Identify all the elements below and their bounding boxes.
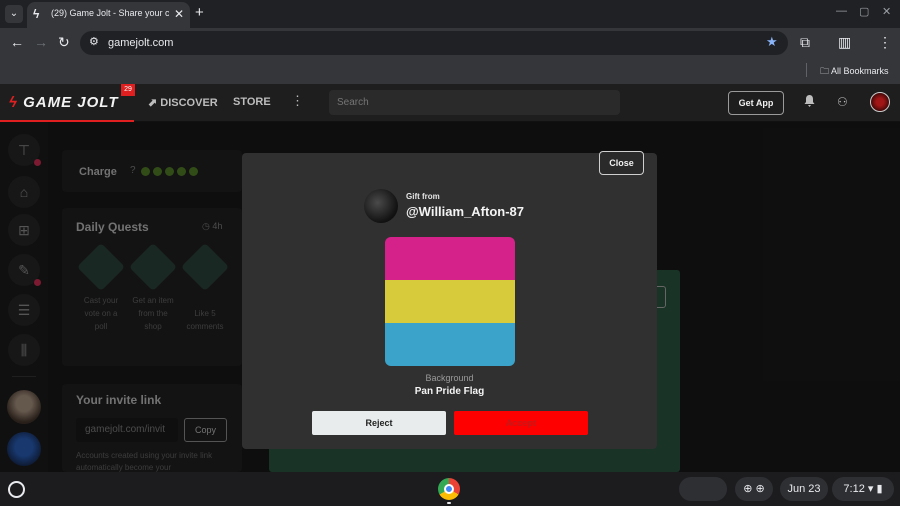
side-panel-icon[interactable]: ▥ [838, 34, 851, 51]
compass-icon: ⬈ [148, 97, 161, 109]
sender-avatar [364, 189, 398, 223]
new-tab-plus-icon[interactable]: + [195, 4, 204, 21]
bell-icon[interactable] [804, 95, 815, 107]
add-circle-icon: ⊕ [755, 483, 765, 495]
wifi-icon: ▾ [867, 483, 874, 495]
gift-modal: Close Gift from @William_Afton-87 Backgr… [242, 151, 657, 449]
reload-icon[interactable]: ↻ [58, 34, 70, 51]
chevron-down-icon: ⌄ [9, 8, 19, 19]
chrome-app-icon[interactable] [438, 478, 460, 500]
user-avatar[interactable] [870, 92, 890, 112]
more-menu-icon[interactable]: ⋮ [291, 93, 304, 109]
launcher-icon[interactable] [8, 481, 25, 498]
tab-title: (29) Game Jolt - Share your cre [51, 8, 169, 18]
browser-toolbar: ← → ↻ ⚙ gamejolt.com ★ ⧉ ▥ ⋮ [0, 28, 900, 58]
flag-stripe-pink [385, 237, 515, 280]
game-jolt-favicon-icon: ϟ [33, 7, 40, 21]
chrome-icon-center [444, 484, 454, 494]
address-bar[interactable]: ⚙ gamejolt.com ★ [80, 31, 788, 55]
bookmarks-divider [806, 63, 807, 77]
gift-sender-username[interactable]: @William_Afton-87 [406, 204, 524, 219]
minimize-icon[interactable]: — [836, 5, 847, 17]
accept-button[interactable]: Accept [454, 411, 588, 435]
pan-pride-flag-preview [385, 237, 515, 366]
window-close-icon[interactable]: ✕ [882, 5, 891, 18]
reject-button[interactable]: Reject [312, 411, 446, 435]
chrome-menu-icon[interactable]: ⋮ [878, 34, 892, 51]
extensions-icon[interactable]: ⧉ [800, 34, 810, 51]
notification-count-badge: 29 [121, 84, 135, 96]
back-arrow-icon[interactable]: ← [10, 34, 24, 50]
game-jolt-logo[interactable]: ϟ GAME JOLT [9, 94, 119, 111]
url-text: gamejolt.com [108, 37, 174, 49]
running-indicator [447, 502, 451, 504]
bookmarks-bar: 🗀 All Bookmarks [0, 58, 900, 84]
friends-icon[interactable]: ⚇ [837, 95, 848, 109]
all-bookmarks-button[interactable]: 🗀 All Bookmarks [820, 64, 889, 80]
tray-quick-actions[interactable]: ⊕ ⊕ [735, 477, 773, 501]
site-info-icon[interactable]: ⚙ [89, 35, 99, 48]
item-type-label: Background [425, 373, 474, 383]
flag-stripe-blue [385, 323, 515, 366]
forward-arrow-icon[interactable]: → [34, 34, 48, 50]
search-input[interactable] [329, 90, 620, 115]
tab-search-button[interactable]: ⌄ [5, 5, 23, 23]
chromeos-shelf: ⊕ ⊕ Jun 23 7:12 ▾ ▮ [0, 472, 900, 506]
get-app-button[interactable]: Get App [728, 91, 784, 115]
nav-discover[interactable]: ⬈ DISCOVER [148, 96, 218, 109]
window-preview-thumbnail[interactable] [679, 477, 727, 501]
game-jolt-header: ϟ GAME JOLT 29 ⬈ DISCOVER STORE ⋮ Get Ap… [0, 84, 900, 122]
maximize-icon[interactable]: ▢ [859, 5, 869, 18]
bookmark-star-icon[interactable]: ★ [766, 34, 778, 50]
browser-tab-strip: ⌄ ϟ (29) Game Jolt - Share your cre ✕ + … [0, 0, 900, 28]
item-name: Pan Pride Flag [414, 386, 485, 397]
status-tray[interactable]: 7:12 ▾ ▮ [832, 477, 894, 501]
gift-from-label: Gift from [406, 192, 440, 201]
date-pill[interactable]: Jun 23 [780, 477, 828, 501]
folder-icon: 🗀 [820, 66, 832, 76]
browser-tab[interactable]: ϟ (29) Game Jolt - Share your cre ✕ [27, 2, 190, 28]
add-icon: ⊕ [743, 483, 753, 495]
close-button[interactable]: Close [599, 151, 644, 175]
nav-store[interactable]: STORE [233, 96, 271, 108]
flag-stripe-yellow [385, 280, 515, 323]
tab-close-icon[interactable]: ✕ [174, 7, 184, 21]
battery-icon: ▮ [876, 483, 883, 495]
